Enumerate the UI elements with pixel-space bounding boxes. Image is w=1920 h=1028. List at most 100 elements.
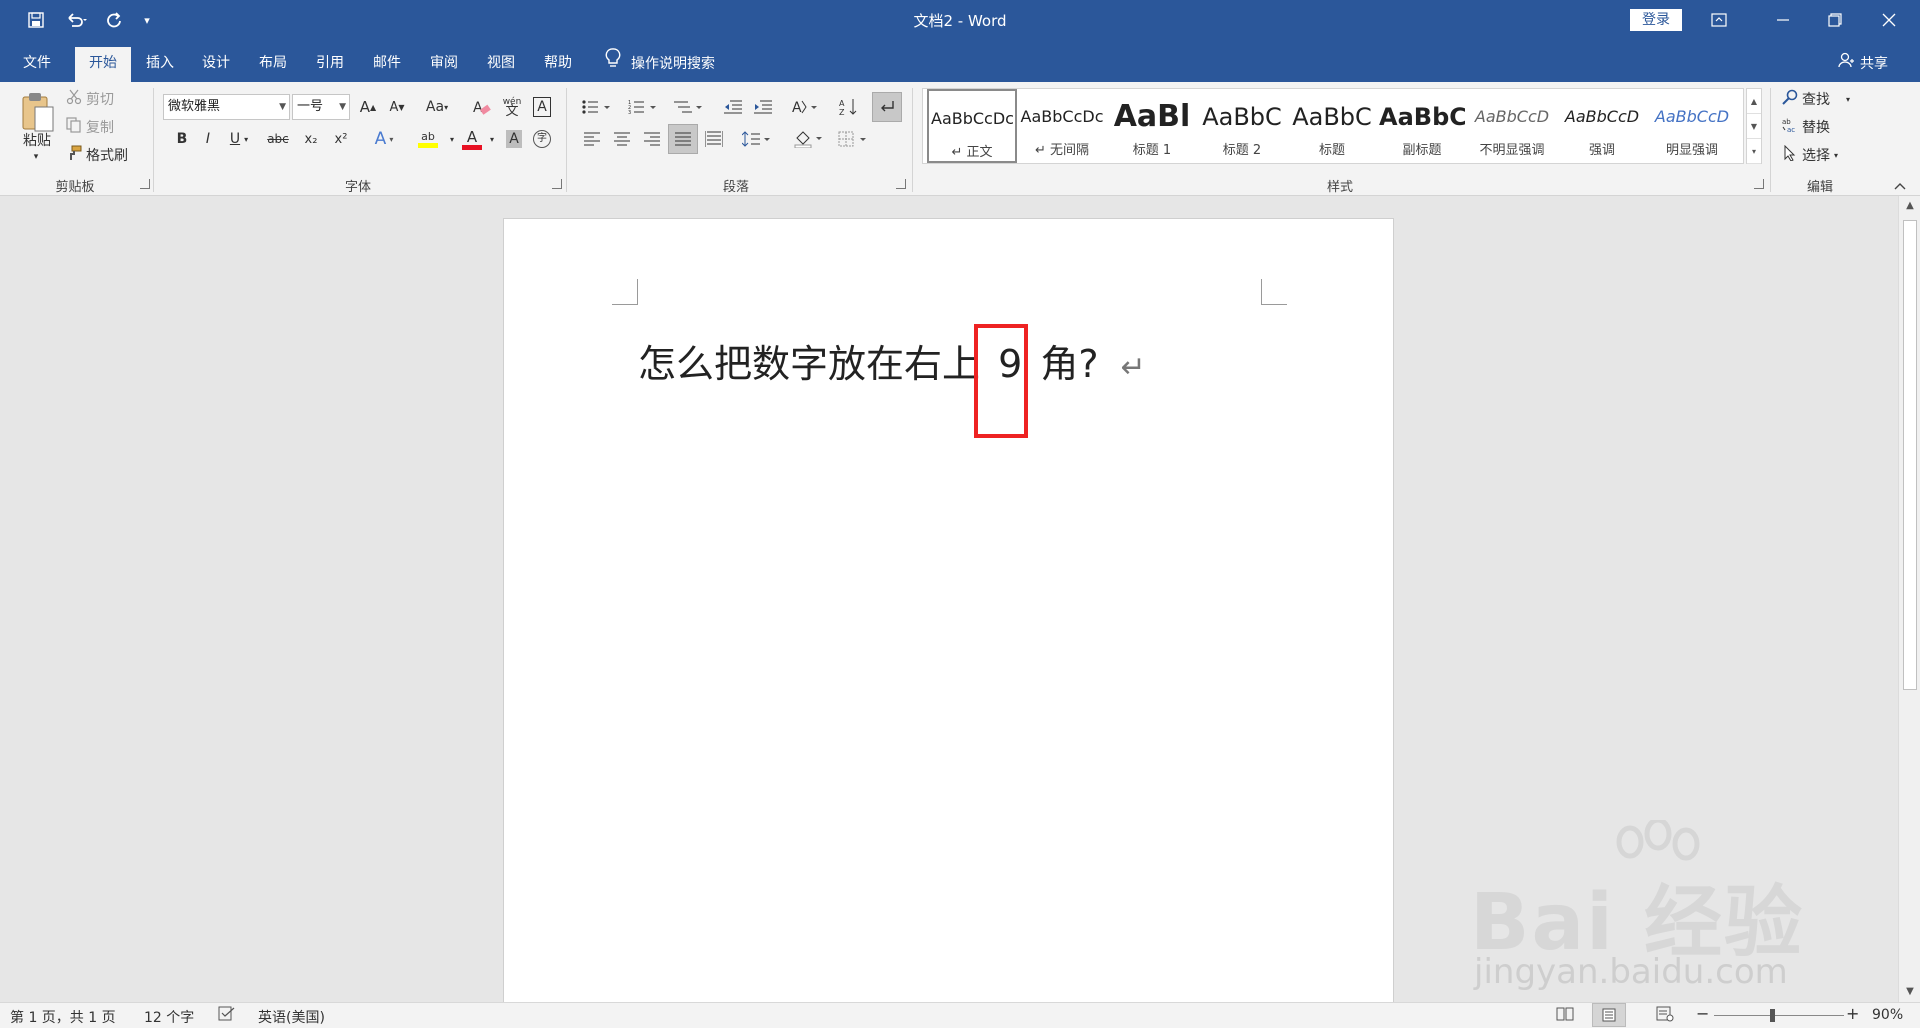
style-title[interactable]: AaBbC 标题 [1287,89,1377,163]
multilevel-list-icon[interactable] [670,94,708,120]
proofing-icon[interactable] [218,1006,236,1026]
style-no-spacing[interactable]: AaBbCcDc ↵ 无间隔 [1017,89,1107,163]
text-effects-button[interactable]: A ▾ [366,126,402,152]
tell-me-search[interactable]: 操作说明搜索 [605,47,715,82]
increase-indent-icon[interactable] [750,94,776,120]
style-emphasis[interactable]: AaBbCcD 强调 [1557,89,1647,163]
scroll-up-icon[interactable]: ▲ [1899,196,1920,216]
find-button[interactable]: 查找 ▾ [1782,86,1850,112]
distributed-icon[interactable] [700,126,728,152]
tab-layout[interactable]: 布局 [247,47,299,82]
borders-icon[interactable] [834,126,872,152]
align-left-icon[interactable] [578,126,606,152]
replace-button[interactable]: ab ac 替换 [1782,114,1830,140]
font-color-button[interactable]: A [458,126,486,152]
sort-icon[interactable]: AZ [836,94,862,120]
clipboard-launcher-icon[interactable] [140,179,150,189]
document-paragraph[interactable]: 怎么把数字放在右上 9 角? ↵ [638,333,1146,388]
subscript-button[interactable]: x₂ [298,126,324,152]
change-case-button[interactable]: Aa ▾ [420,94,454,120]
chevron-down-icon[interactable]: ▼ [1747,114,1761,139]
page-count[interactable]: 第 1 页，共 1 页 [10,1007,116,1027]
chevron-down-icon[interactable]: ▼ [279,95,286,119]
enclose-characters-button[interactable]: 字 [530,126,554,152]
tab-review[interactable]: 审阅 [418,47,470,82]
copy-button[interactable]: 复制 [66,114,114,140]
line-spacing-icon[interactable] [738,126,776,152]
language-indicator[interactable]: 英语(美国) [258,1007,325,1027]
asian-layout-icon[interactable]: A [788,94,824,120]
zoom-out-button[interactable]: − [1696,1004,1709,1023]
underline-button[interactable]: U ▾ [222,126,256,152]
font-name-combo[interactable]: 微软雅黑 ▼ [163,94,290,120]
phonetic-guide-button[interactable]: wén 文 [500,94,524,120]
word-count[interactable]: 12 个字 [144,1007,194,1027]
superscript-button[interactable]: x² [328,126,354,152]
style-subtle-emphasis[interactable]: AaBbCcD 不明显强调 [1467,89,1557,163]
document-canvas[interactable]: 怎么把数字放在右上 9 角? ↵ [0,196,1898,1018]
tab-file[interactable]: 文件 [10,47,64,82]
strikethrough-button[interactable]: abc [262,126,294,152]
bold-button[interactable]: B [170,126,194,152]
clear-formatting-icon[interactable]: A [470,94,494,120]
share-button[interactable]: 共享 [1838,47,1888,82]
gallery-more-icon[interactable]: ▾ [1747,139,1761,164]
chevron-down-icon[interactable]: ▾ [1846,95,1850,104]
zoom-in-button[interactable]: + [1846,1004,1859,1023]
style-heading-2[interactable]: AaBbC 标题 2 [1197,89,1287,163]
tab-design[interactable]: 设计 [190,47,242,82]
decrease-indent-icon[interactable] [720,94,746,120]
zoom-level[interactable]: 90% [1872,1007,1903,1023]
bullets-icon[interactable] [578,94,616,120]
chevron-up-icon[interactable]: ▲ [1747,89,1761,114]
chevron-down-icon[interactable]: ▼ [339,95,346,119]
style-intense-emphasis[interactable]: AaBbCcD 明显强调 [1647,89,1737,163]
tab-insert[interactable]: 插入 [134,47,186,82]
login-button[interactable]: 登录 [1630,9,1682,31]
zoom-slider[interactable] [1714,1015,1844,1016]
tab-view[interactable]: 视图 [475,47,527,82]
shading-icon[interactable] [790,126,828,152]
character-shading-button[interactable]: A [502,126,526,152]
collapse-ribbon-icon[interactable] [1890,178,1910,194]
paste-dropdown-icon[interactable]: ▾ [28,150,44,164]
print-layout-icon[interactable] [1592,1003,1626,1027]
zoom-slider-thumb[interactable] [1769,1009,1775,1022]
restore-icon[interactable] [1812,5,1858,35]
scroll-down-icon[interactable]: ▼ [1899,982,1920,1002]
style-heading-1[interactable]: AaBl 标题 1 [1107,89,1197,163]
align-right-icon[interactable] [638,126,666,152]
tab-references[interactable]: 引用 [304,47,356,82]
document-page[interactable]: 怎么把数字放在右上 9 角? ↵ [503,218,1394,1018]
select-button[interactable]: 选择 ▾ [1782,142,1838,168]
web-layout-icon[interactable] [1656,1006,1674,1026]
font-color-dropdown-icon[interactable]: ▾ [486,126,498,152]
font-launcher-icon[interactable] [552,179,562,189]
ribbon-display-options-icon[interactable] [1696,5,1742,35]
tab-mailings[interactable]: 邮件 [361,47,413,82]
close-icon[interactable] [1866,5,1912,35]
grow-font-button[interactable]: A ▲ [356,94,380,120]
vertical-scrollbar[interactable]: ▲ ▼ [1898,196,1920,1002]
scrollbar-thumb[interactable] [1903,220,1917,690]
paste-label[interactable]: 粘贴 [14,130,60,150]
numbering-icon[interactable]: 123 [624,94,662,120]
tab-help[interactable]: 帮助 [532,47,584,82]
style-subtitle[interactable]: AaBbC 副标题 [1377,89,1467,163]
highlight-button[interactable]: ab [410,126,446,152]
shrink-font-button[interactable]: A ▼ [385,94,409,120]
justify-icon[interactable] [668,124,698,154]
highlight-dropdown-icon[interactable]: ▾ [446,126,458,152]
paragraph-launcher-icon[interactable] [896,179,906,189]
show-paragraph-marks-icon[interactable] [872,92,902,122]
italic-button[interactable]: I [196,126,220,152]
cut-button[interactable]: 剪切 [66,86,114,112]
font-size-combo[interactable]: 一号 ▼ [292,94,350,120]
styles-launcher-icon[interactable] [1754,179,1764,189]
align-center-icon[interactable] [608,126,636,152]
format-painter-button[interactable]: 格式刷 [66,142,128,168]
style-normal[interactable]: AaBbCcDc ↵ 正文 [927,89,1017,163]
character-border-button[interactable]: A [530,94,554,120]
read-mode-icon[interactable] [1556,1006,1574,1026]
minimize-icon[interactable] [1760,5,1806,35]
